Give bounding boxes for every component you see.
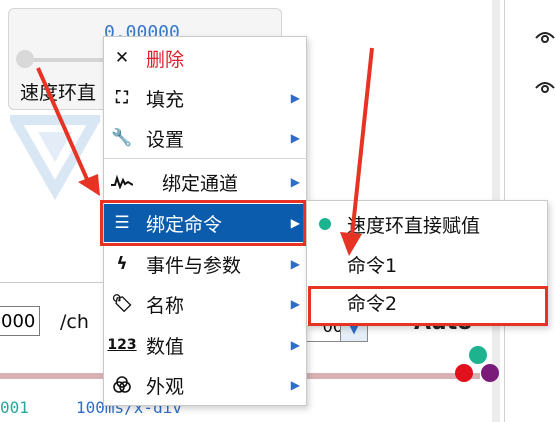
arrow-head-icon bbox=[78, 174, 100, 196]
annotation-arrows bbox=[36, 47, 374, 256]
arrow-head-icon bbox=[340, 232, 362, 256]
arrow-line bbox=[36, 67, 92, 187]
arrow-line bbox=[350, 47, 374, 237]
